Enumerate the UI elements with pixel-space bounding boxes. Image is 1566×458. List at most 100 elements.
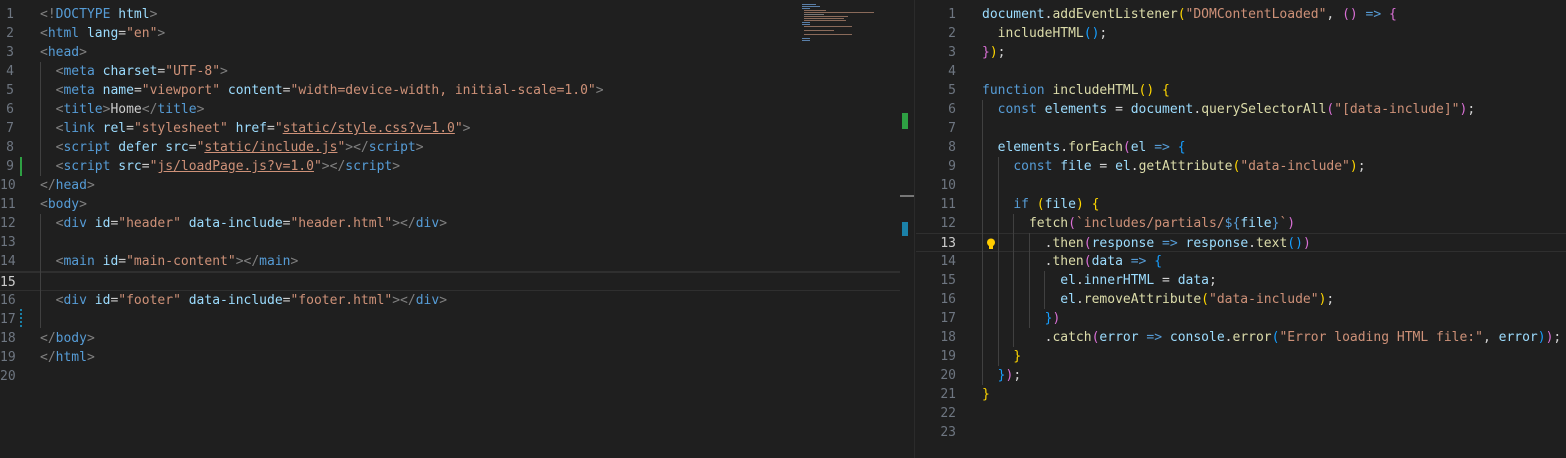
code-token: > bbox=[439, 293, 448, 308]
code-text: const file = el.getAttribute("data-inclu… bbox=[982, 157, 1365, 176]
code-token: () bbox=[1083, 26, 1100, 41]
code-token: el bbox=[1060, 273, 1076, 288]
code-line[interactable]: 8 <script defer src="static/include.js">… bbox=[0, 138, 900, 157]
gutter-modified-marker bbox=[20, 309, 22, 328]
code-line[interactable]: 15 bbox=[0, 272, 900, 291]
code-line[interactable]: 5 <meta name="viewport" content="width=d… bbox=[0, 81, 900, 100]
code-text: </head> bbox=[40, 176, 95, 195]
code-line[interactable]: 9 const file = el.getAttribute("data-inc… bbox=[916, 157, 1566, 176]
code-line[interactable]: 13 bbox=[0, 233, 900, 252]
code-area[interactable]: 1 <!DOCTYPE html> 2 <html lang="en"> 3 <head>… bbox=[0, 5, 900, 386]
code-token: `includes/partials/ bbox=[1075, 216, 1225, 231]
code-token: rel bbox=[94, 121, 127, 136]
line-number: 10 bbox=[940, 178, 956, 193]
pane-divider[interactable] bbox=[914, 0, 915, 458]
code-line[interactable]: 8 elements.forEach(el => { bbox=[916, 138, 1566, 157]
editor-scrollbar[interactable] bbox=[900, 0, 914, 458]
code-token: includeHTML bbox=[997, 26, 1084, 41]
code-line[interactable]: 1 document.addEventListener("DOMContentLo… bbox=[916, 5, 1566, 24]
line-number: 10 bbox=[0, 178, 16, 193]
code-text: }); bbox=[982, 366, 1021, 385]
code-token: ; bbox=[1209, 273, 1217, 288]
code-line[interactable]: 9 <script src="js/loadPage.js?v=1.0"></s… bbox=[0, 157, 900, 176]
code-line[interactable]: 14 <main id="main-content"></main> bbox=[0, 252, 900, 272]
line-number: 11 bbox=[0, 197, 16, 212]
code-token: . bbox=[982, 254, 1053, 269]
code-line[interactable]: 10 </head> bbox=[0, 176, 900, 195]
code-token: ; bbox=[1099, 26, 1108, 41]
minimap[interactable] bbox=[798, 2, 878, 42]
code-line[interactable]: 11 <body> bbox=[0, 195, 900, 214]
code-token: ; bbox=[997, 45, 1006, 60]
code-token: ( bbox=[1177, 7, 1186, 22]
code-token: ></ bbox=[392, 216, 416, 231]
editor-pane-index-html[interactable]: 1 <!DOCTYPE html> 2 <html lang="en"> 3 <head>… bbox=[0, 0, 900, 458]
code-line[interactable]: 16 <div id="footer" data-include="footer… bbox=[0, 291, 900, 310]
code-line[interactable]: 23 bbox=[916, 423, 1566, 442]
code-line[interactable]: 19 } bbox=[916, 347, 1566, 366]
code-line[interactable]: 20 bbox=[0, 367, 900, 386]
code-line[interactable]: 11 if (file) { bbox=[916, 195, 1566, 214]
code-line[interactable]: 3 <head> bbox=[0, 43, 900, 62]
code-line[interactable]: 7 bbox=[916, 119, 1566, 138]
code-token: </ bbox=[141, 102, 158, 117]
code-token: then bbox=[1052, 236, 1084, 251]
code-token: "width=device-width, initial-scale=1.0" bbox=[290, 83, 596, 98]
code-token: link bbox=[63, 121, 95, 136]
line-number: 5 bbox=[6, 83, 14, 98]
code-text: <meta charset="UTF-8"> bbox=[40, 62, 228, 81]
code-line[interactable]: 10 bbox=[916, 176, 1566, 195]
code-line[interactable]: 18 </body> bbox=[0, 329, 900, 348]
code-token: } bbox=[982, 387, 990, 402]
code-area[interactable]: 1 document.addEventListener("DOMContentLo… bbox=[916, 5, 1566, 442]
code-line[interactable]: 21} bbox=[916, 385, 1566, 404]
code-line[interactable]: 12 <div id="header" data-include="header… bbox=[0, 214, 900, 233]
code-line[interactable]: 6 <title>Home</title> bbox=[0, 100, 900, 119]
code-token: > bbox=[79, 197, 87, 212]
code-token: removeAttribute bbox=[1083, 292, 1202, 307]
lightbulb-icon[interactable] bbox=[986, 237, 996, 249]
code-token: = bbox=[1154, 273, 1178, 288]
code-line[interactable]: 2 <html lang="en"> bbox=[0, 24, 900, 43]
code-line[interactable]: 22 bbox=[916, 404, 1566, 423]
code-token: file bbox=[1052, 159, 1092, 174]
code-line[interactable]: 4 bbox=[916, 62, 1566, 81]
code-token: content bbox=[220, 83, 283, 98]
code-line[interactable]: 7 <link rel="stylesheet" href="static/st… bbox=[0, 119, 900, 138]
code-token: elements bbox=[997, 140, 1061, 155]
code-line[interactable]: 17 bbox=[0, 310, 900, 329]
code-token: "header" bbox=[118, 216, 181, 231]
line-number: 19 bbox=[940, 349, 956, 364]
editor-pane-include-js[interactable]: 1 document.addEventListener("DOMContentLo… bbox=[916, 0, 1566, 458]
code-token: ( bbox=[1068, 216, 1076, 231]
code-token: ( bbox=[1122, 140, 1131, 155]
code-line[interactable]: 5 function includeHTML() { bbox=[916, 81, 1566, 100]
code-token: document bbox=[982, 7, 1045, 22]
code-line[interactable]: 6 const elements = document.querySelecto… bbox=[916, 100, 1566, 119]
code-line[interactable]: 3}); bbox=[916, 43, 1566, 62]
code-token: el bbox=[1130, 140, 1147, 155]
code-token: div bbox=[63, 293, 87, 308]
indent-guide bbox=[1013, 214, 1015, 347]
code-token: script bbox=[63, 159, 111, 174]
line-number: 14 bbox=[940, 254, 956, 269]
code-text: <meta name="viewport" content="width=dev… bbox=[40, 81, 604, 100]
code-token: response bbox=[1177, 236, 1249, 251]
code-line[interactable]: 4 <meta charset="UTF-8"> bbox=[0, 62, 900, 81]
code-line[interactable]: 19 </html> bbox=[0, 348, 900, 367]
code-token: () bbox=[1342, 7, 1358, 22]
code-token: = bbox=[1107, 102, 1131, 117]
code-token: error bbox=[1099, 330, 1139, 345]
code-line[interactable]: 1 <!DOCTYPE html> bbox=[0, 5, 900, 24]
code-token: "header.html" bbox=[290, 216, 393, 231]
code-line[interactable]: 20 }); bbox=[916, 366, 1566, 385]
code-token: ( bbox=[1083, 236, 1092, 251]
code-token: const bbox=[1013, 159, 1053, 174]
line-number: 11 bbox=[940, 197, 956, 212]
code-text: .then(response => response.text()) bbox=[982, 234, 1311, 253]
code-line[interactable]: 2 includeHTML(); bbox=[916, 24, 1566, 43]
code-token: Home bbox=[110, 102, 142, 117]
code-token: ; bbox=[1553, 330, 1562, 345]
code-token: => bbox=[1154, 236, 1178, 251]
